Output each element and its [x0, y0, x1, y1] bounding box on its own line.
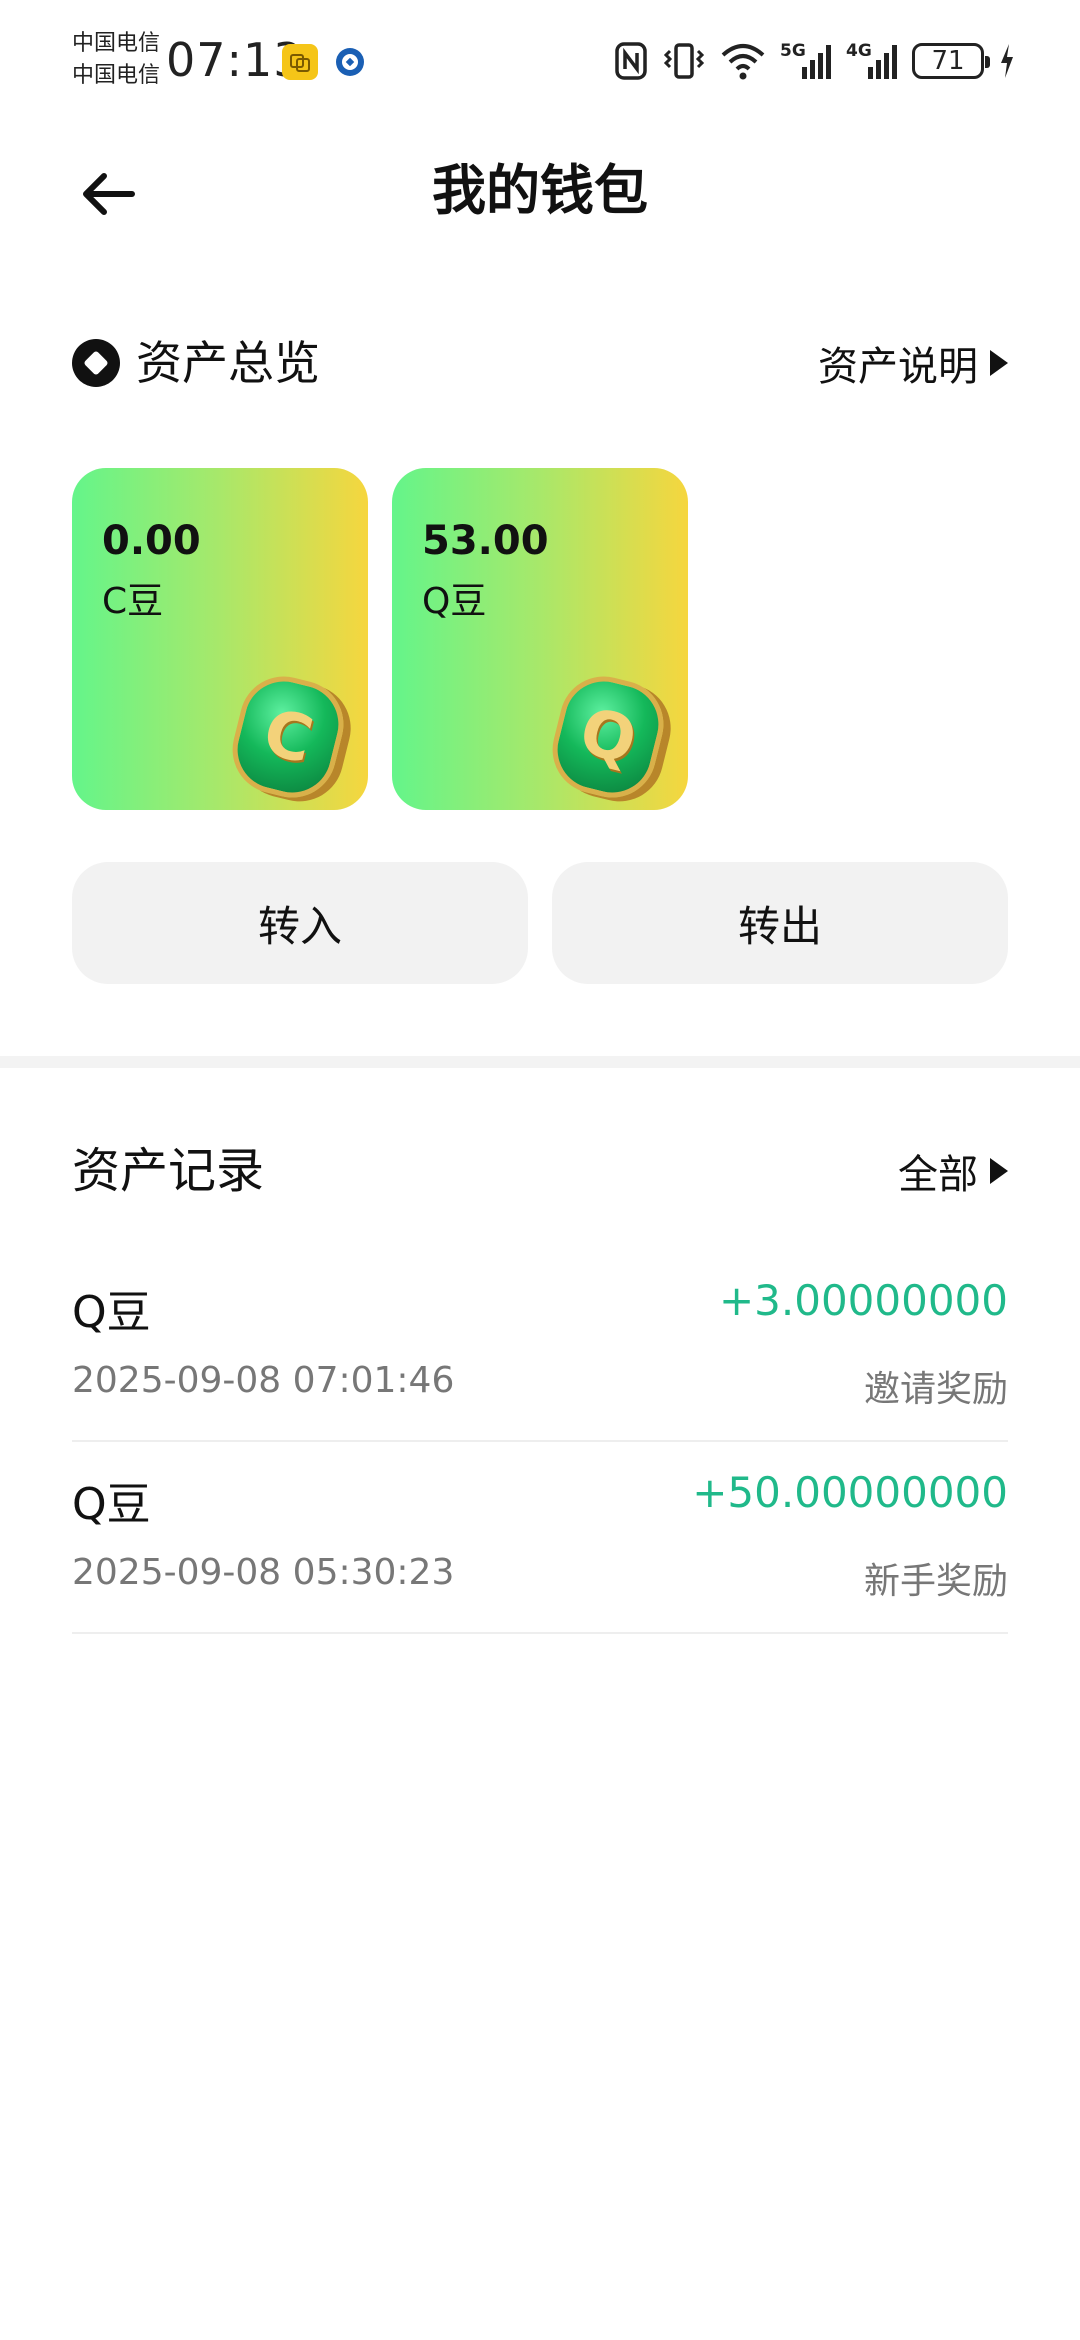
- vibrate-icon: [663, 43, 705, 79]
- list-item[interactable]: Q豆 +50.00000000 2025-09-08 05:30:23 新手奖励: [72, 1442, 1008, 1634]
- signal-4g: 4G: [846, 41, 898, 81]
- record-timestamp: 2025-09-08 07:01:46: [72, 1360, 455, 1401]
- carrier-2: 中国电信: [72, 63, 161, 88]
- caret-right-icon: [990, 350, 1008, 376]
- asset-records-list: Q豆 +3.00000000 2025-09-08 07:01:46 邀请奖励 …: [72, 1250, 1008, 1634]
- card-unit: Q豆: [422, 581, 487, 622]
- asset-overview-header: 资产总览 资产说明: [72, 328, 1008, 398]
- signal-bars-icon: [802, 45, 831, 79]
- transfer-in-button[interactable]: 转入: [72, 862, 528, 984]
- list-item[interactable]: Q豆 +3.00000000 2025-09-08 07:01:46 邀请奖励: [72, 1250, 1008, 1442]
- carrier-labels: 中国电信 中国电信: [72, 28, 160, 92]
- asset-overview-title-group: 资产总览: [72, 333, 320, 393]
- record-asset-name: Q豆: [72, 1479, 151, 1530]
- status-icons: 5G 4G 71: [614, 38, 1016, 84]
- asset-explanation-label: 资产说明: [818, 344, 978, 390]
- asset-cards: 0.00 C豆 C 53.00 Q豆 Q: [72, 468, 688, 810]
- signal-bars-icon: [868, 45, 897, 79]
- battery-indicator: 71: [912, 43, 990, 79]
- c-coin-icon: C: [223, 667, 353, 807]
- asset-records-header: 资产记录 全部: [72, 1136, 1008, 1206]
- asset-explanation-link[interactable]: 资产说明: [818, 334, 1008, 392]
- card-unit: C豆: [102, 581, 164, 622]
- bank-notification-icon: [336, 48, 364, 76]
- record-asset-name: Q豆: [72, 1287, 151, 1338]
- view-all-link[interactable]: 全部: [898, 1142, 1008, 1200]
- page-title: 我的钱包: [432, 159, 648, 222]
- transfer-out-button[interactable]: 转出: [552, 862, 1008, 984]
- record-type: 邀请奖励: [863, 1369, 1008, 1410]
- card-amount: 53.00: [422, 518, 549, 564]
- status-bar: 中国电信 中国电信 07:13 5G 4G 71: [0, 0, 1080, 120]
- q-coin-icon: Q: [543, 667, 673, 807]
- record-amount: +50.00000000: [692, 1468, 1008, 1517]
- asset-card-c[interactable]: 0.00 C豆 C: [72, 468, 368, 810]
- app-header: 我的钱包: [0, 130, 1080, 250]
- transfer-actions: 转入 转出: [72, 862, 1008, 984]
- record-amount: +3.00000000: [718, 1276, 1008, 1325]
- battery-level: 71: [931, 46, 965, 76]
- signal-5g: 5G: [780, 41, 832, 81]
- asset-card-q[interactable]: 53.00 Q豆 Q: [392, 468, 688, 810]
- view-all-label: 全部: [898, 1152, 978, 1198]
- carrier-1: 中国电信: [72, 31, 161, 56]
- diamond-icon: [72, 339, 120, 387]
- nfc-icon: [615, 42, 647, 80]
- caret-right-icon: [990, 1158, 1008, 1184]
- asset-overview-title: 资产总览: [136, 336, 320, 390]
- record-timestamp: 2025-09-08 05:30:23: [72, 1552, 455, 1593]
- notification-app-icon: [282, 44, 318, 80]
- card-amount: 0.00: [102, 518, 201, 564]
- asset-records-title: 资产记录: [72, 1143, 265, 1199]
- wifi-icon: [721, 44, 765, 80]
- battery-tip: [985, 56, 990, 68]
- record-type: 新手奖励: [863, 1561, 1008, 1602]
- charging-icon: [1001, 44, 1013, 78]
- section-divider: [0, 1056, 1080, 1068]
